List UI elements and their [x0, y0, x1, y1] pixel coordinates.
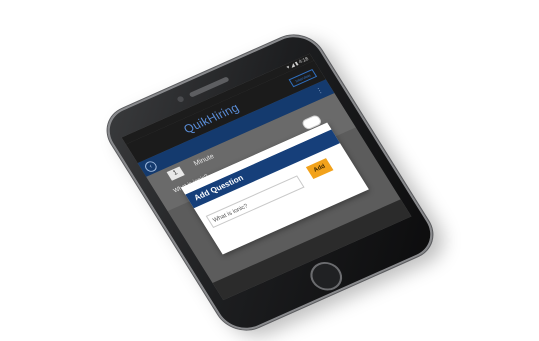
product-stage: ▾ ◢ ▮ 4:18 QuikHiring Interview ‹ ⋮ 1 Mi… — [0, 0, 539, 341]
more-icon[interactable]: ⋮ — [314, 86, 325, 96]
duration-input[interactable]: 1 — [166, 166, 185, 181]
duration-unit-label: Minute — [192, 153, 216, 168]
add-button[interactable]: Add — [305, 158, 334, 180]
front-camera-icon — [176, 95, 185, 103]
chevron-left-icon: ‹ — [147, 163, 154, 171]
phone-mockup: ▾ ◢ ▮ 4:18 QuikHiring Interview ‹ ⋮ 1 Mi… — [96, 26, 444, 339]
home-button[interactable] — [307, 259, 346, 293]
phone-body: ▾ ◢ ▮ 4:18 QuikHiring Interview ‹ ⋮ 1 Mi… — [96, 26, 444, 339]
phone-screen: ▾ ◢ ▮ 4:18 QuikHiring Interview ‹ ⋮ 1 Mi… — [121, 53, 412, 301]
